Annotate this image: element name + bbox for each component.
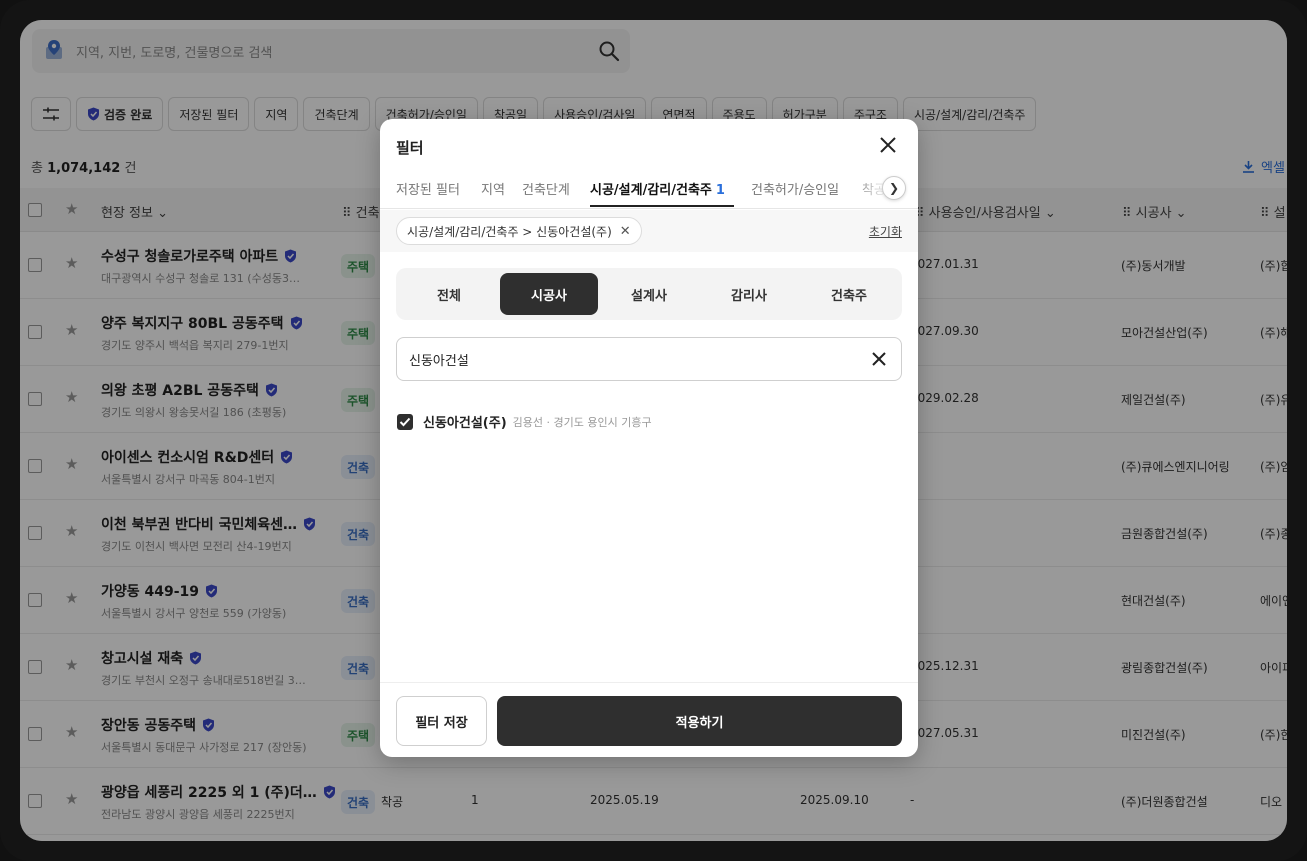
modal-footer: 필터 저장 적용하기 xyxy=(380,682,918,757)
checkmark-icon xyxy=(399,417,411,426)
clear-input-icon[interactable] xyxy=(869,349,889,369)
segment-supervisor[interactable]: 감리사 xyxy=(700,273,798,315)
tabs-next-button[interactable]: ❯ xyxy=(882,176,906,200)
close-icon[interactable] xyxy=(878,135,898,155)
reset-button[interactable]: 초기화 xyxy=(869,223,902,240)
segment-builder[interactable]: 시공사 xyxy=(500,273,598,315)
tab-permit-date[interactable]: 건축허가/승인일 xyxy=(751,179,839,198)
segment-owner[interactable]: 건축주 xyxy=(800,273,898,315)
tab-companies[interactable]: 시공/설계/감리/건축주 1 xyxy=(590,179,725,198)
chevron-right-icon: ❯ xyxy=(888,181,900,195)
segment-designer[interactable]: 설계사 xyxy=(600,273,698,315)
filter-modal: 필터 저장된 필터 지역 건축단계 시공/설계/감리/건축주 1 건축허가/승인일… xyxy=(380,119,918,757)
apply-button[interactable]: 적용하기 xyxy=(497,696,902,746)
app-screen: 지역, 지번, 도로명, 건물명으로 검색 검증 완료 저장된 필터 지역 건축… xyxy=(20,20,1287,841)
selected-filter-chip[interactable]: 시공/설계/감리/건축주 > 신동아건설(주) ✕ xyxy=(396,217,642,245)
search-result-item[interactable]: 신동아건설(주) 김용선 · 경기도 용인시 기흥구 xyxy=(397,412,652,431)
remove-chip-icon[interactable]: ✕ xyxy=(620,224,631,239)
tab-region[interactable]: 지역 xyxy=(481,179,505,198)
tab-saved-filter[interactable]: 저장된 필터 xyxy=(396,179,460,198)
company-search-input[interactable] xyxy=(409,348,849,370)
save-filter-button[interactable]: 필터 저장 xyxy=(396,696,487,746)
modal-title: 필터 xyxy=(396,139,424,157)
company-search-field[interactable] xyxy=(396,337,902,381)
company-type-segment: 전체 시공사 설계사 감리사 건축주 xyxy=(396,268,902,320)
result-name: 신동아건설(주) xyxy=(423,416,507,431)
result-checkbox[interactable] xyxy=(397,413,413,430)
active-tab-indicator xyxy=(590,205,734,207)
tab-build-stage[interactable]: 건축단계 xyxy=(522,179,570,198)
selected-filters: 시공/설계/감리/건축주 > 신동아건설(주) ✕ 초기화 xyxy=(380,210,918,252)
filter-tabs: 저장된 필터 지역 건축단계 시공/설계/감리/건축주1 건축허가/승인일 착공… xyxy=(380,171,918,209)
tab-count-badge: 1 xyxy=(715,183,725,198)
device-frame: 지역, 지번, 도로명, 건물명으로 검색 검증 완료 저장된 필터 지역 건축… xyxy=(0,0,1307,861)
segment-all[interactable]: 전체 xyxy=(400,273,498,315)
result-meta: 김용선 · 경기도 용인시 기흥구 xyxy=(512,415,652,429)
